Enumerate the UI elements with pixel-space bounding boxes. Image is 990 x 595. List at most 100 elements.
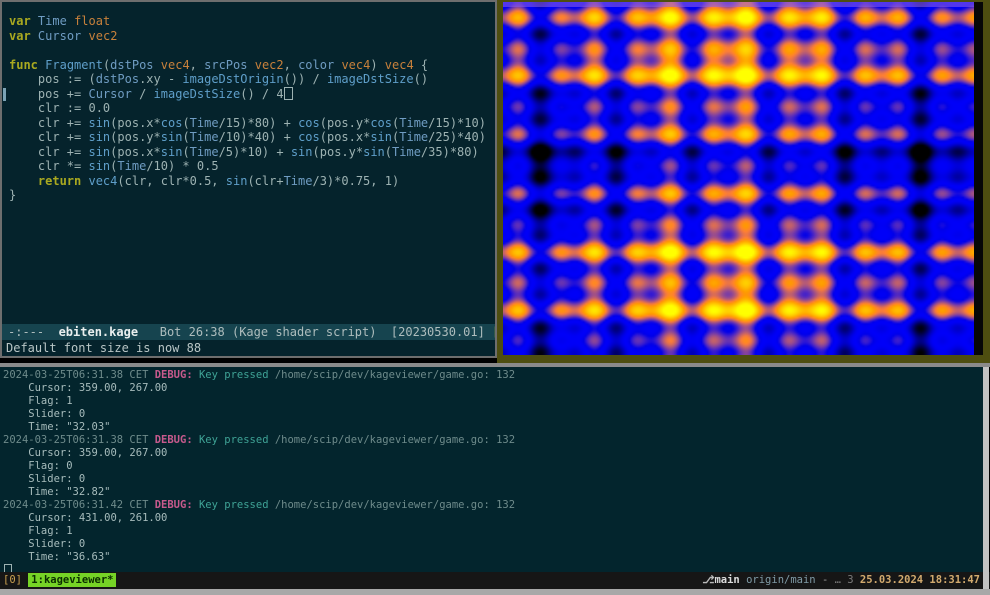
code-line[interactable]: var Cursor vec2 xyxy=(9,29,493,44)
code-token: ( xyxy=(182,130,189,144)
code-token: Time xyxy=(399,116,428,130)
code-token: /10)*40) + xyxy=(219,130,298,144)
log-detail-line: Cursor: 359.00, 267.00 xyxy=(3,447,986,460)
emacs-modeline: -:--- ebiten.kage Bot 26:38 (Kage shader… xyxy=(2,324,495,340)
tmux-session-and-window[interactable]: [0] 1:kageviewer* xyxy=(3,572,116,589)
code-token: cos xyxy=(370,116,392,130)
shader-canvas[interactable] xyxy=(503,2,974,355)
log-entry-header: 2024-03-25T06:31.38 CET DEBUG: Key press… xyxy=(3,434,986,447)
code-token: /15)*80) + xyxy=(219,116,298,130)
code-token: /3)*0.75, 1) xyxy=(312,174,399,188)
code-token: /5)*10) + xyxy=(219,145,291,159)
log-entry-header: 2024-03-25T06:31.42 CET DEBUG: Key press… xyxy=(3,499,986,512)
modeline-segment: -:--- xyxy=(8,325,59,339)
log-field: Key pressed xyxy=(193,499,275,511)
emacs-editor-window[interactable]: var Time floatvar Cursor vec2func Fragme… xyxy=(0,0,497,358)
code-token: Fragment xyxy=(45,58,103,72)
code-line[interactable]: pos := (dstPos.xy - imageDstOrigin()) / … xyxy=(9,72,493,87)
code-token: } xyxy=(9,188,16,202)
code-token: func xyxy=(9,58,38,72)
code-token: (pos.x* xyxy=(110,116,161,130)
log-detail-line: Time: "32.03" xyxy=(3,421,986,434)
log-scrollbar[interactable] xyxy=(983,367,989,589)
tmux-right-segment: origin/main xyxy=(740,574,816,586)
code-line[interactable]: clr += sin(pos.x*sin(Time/5)*10) + sin(p… xyxy=(9,145,493,160)
code-token: dstPos xyxy=(96,72,139,86)
code-token: (pos.y* xyxy=(313,145,364,159)
code-token: ()) / xyxy=(284,72,327,86)
code-token: imageDstOrigin xyxy=(182,72,283,86)
code-token: /10) * 0.5 xyxy=(146,159,218,173)
code-token: vec4 xyxy=(341,58,370,72)
code-token: Time xyxy=(190,116,219,130)
log-panel[interactable]: 2024-03-25T06:31.38 CET DEBUG: Key press… xyxy=(0,367,986,574)
tmux-right-segment: main xyxy=(714,574,739,586)
code-token: Cursor xyxy=(88,87,131,101)
code-token: , xyxy=(284,58,298,72)
modeline-segment: [F xyxy=(492,325,495,339)
code-token: var xyxy=(9,14,31,28)
code-line[interactable] xyxy=(9,43,493,58)
echo-area: Default font size is now 88 xyxy=(2,340,495,356)
tmux-right-segment: - xyxy=(816,574,835,586)
bottom-edge xyxy=(0,589,990,595)
code-token: vec4 xyxy=(88,174,117,188)
code-token: (pos.x* xyxy=(320,130,371,144)
code-token: srcPos xyxy=(204,58,247,72)
fringe-indicator xyxy=(3,88,6,101)
code-token: /35)*80) xyxy=(421,145,479,159)
log-field: 2024-03-25T06:31.42 CET xyxy=(3,499,155,511)
code-token: sin xyxy=(88,116,110,130)
log-field: 2024-03-25T06:31.38 CET xyxy=(3,369,155,381)
code-line[interactable]: } xyxy=(9,188,493,203)
code-token: vec2 xyxy=(255,58,284,72)
log-detail-line: Slider: 0 xyxy=(3,408,986,421)
tmux-left-segment: 1:kageviewer* xyxy=(28,573,116,587)
code-token: .xy - xyxy=(139,72,182,86)
log-detail-line: Flag: 1 xyxy=(3,525,986,538)
code-token: float xyxy=(74,14,110,28)
tmux-left-segment: [0] xyxy=(3,574,28,586)
code-token: / xyxy=(132,87,154,101)
code-token: clr += xyxy=(9,145,88,159)
code-token: vec4 xyxy=(161,58,190,72)
shader-viewer-window[interactable] xyxy=(497,0,990,363)
code-token: Time xyxy=(117,159,146,173)
code-line[interactable]: clr *= sin(Time/10) * 0.5 xyxy=(9,159,493,174)
code-token: Time xyxy=(190,130,219,144)
code-token: Time xyxy=(284,174,313,188)
code-token: Time xyxy=(38,14,67,28)
code-token: sin xyxy=(88,130,110,144)
code-line[interactable]: var Time float xyxy=(9,14,493,29)
git-branch-icon: ⎇ xyxy=(702,574,714,586)
code-token: ( xyxy=(182,116,189,130)
code-line[interactable]: clr += sin(pos.x*cos(Time/15)*80) + cos(… xyxy=(9,116,493,131)
code-token: cos xyxy=(161,116,183,130)
log-detail-line: Cursor: 431.00, 261.00 xyxy=(3,512,986,525)
code-line[interactable]: pos += Cursor / imageDstSize() / 4 xyxy=(9,87,493,102)
code-line[interactable]: clr := 0.0 xyxy=(9,101,493,116)
code-line[interactable]: func Fragment(dstPos vec4, srcPos vec2, … xyxy=(9,58,493,73)
log-detail-line: Flag: 1 xyxy=(3,395,986,408)
code-token: ) xyxy=(370,58,384,72)
code-token: vec2 xyxy=(89,29,118,43)
code-token: clr := 0.0 xyxy=(9,101,110,115)
code-token: cos xyxy=(298,116,320,130)
log-field: DEBUG: xyxy=(155,369,193,381)
code-token: return xyxy=(9,174,81,188)
screen: var Time floatvar Cursor vec2func Fragme… xyxy=(0,0,990,595)
code-token: () xyxy=(414,72,428,86)
code-token: (pos.y* xyxy=(320,116,371,130)
code-line[interactable]: clr += sin(pos.y*sin(Time/10)*40) + cos(… xyxy=(9,130,493,145)
code-token: clr += xyxy=(9,116,88,130)
code-token: clr *= xyxy=(9,159,88,173)
code-buffer[interactable]: var Time floatvar Cursor vec2func Fragme… xyxy=(9,14,493,322)
log-detail-line: Time: "36.63" xyxy=(3,551,986,564)
code-token: Time xyxy=(190,145,219,159)
code-token: pos += xyxy=(9,87,88,101)
code-token: sin xyxy=(161,130,183,144)
slider-strip[interactable] xyxy=(503,2,974,7)
code-token: (pos.y* xyxy=(110,130,161,144)
tmux-right-segment: 25.03.2024 18:31:47 xyxy=(860,574,980,586)
code-line[interactable]: return vec4(clr, clr*0.5, sin(clr+Time/3… xyxy=(9,174,493,189)
